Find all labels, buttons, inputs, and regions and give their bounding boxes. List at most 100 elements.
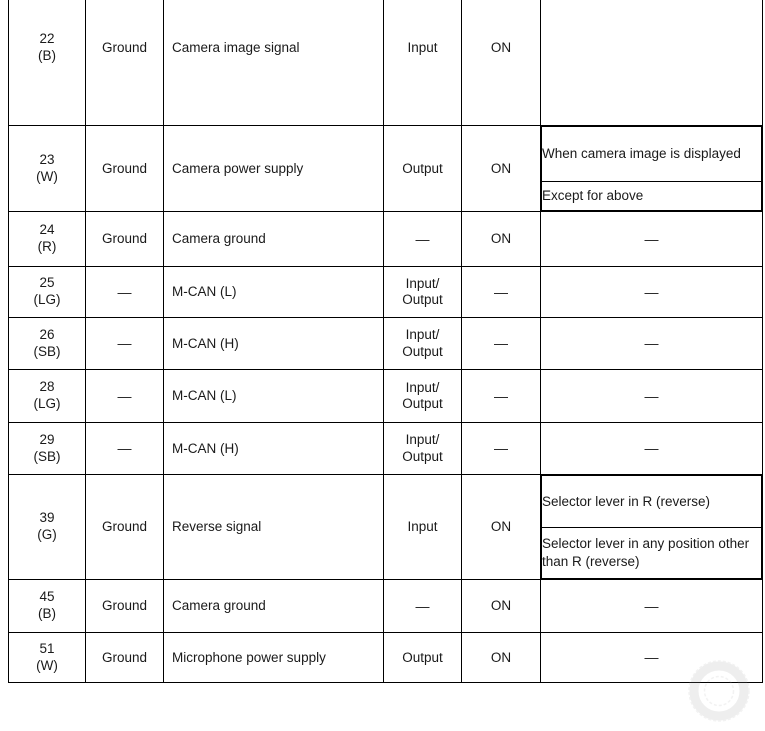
cell-terminal-number: 24 (R) [8,211,86,267]
wire-color: (W) [36,657,58,673]
signal-value: ON [490,40,512,56]
cell-io: Input/ Output [383,266,462,318]
io-value-line1: Input/ [405,432,440,448]
io-value-line2: Output [402,448,443,464]
cell-description: M-CAN (H) [163,317,384,370]
cell-signal: ON [461,579,541,633]
ground-value: Ground [101,649,148,665]
cell-io: Input [383,474,462,580]
cell-ground: — [85,317,164,370]
cell-condition: — [540,211,763,267]
cell-terminal-number: 29 (SB) [8,422,86,475]
cell-ground: Ground [85,125,164,212]
terminal-reference-table: 22 (B) Ground Camera image signal Input … [8,0,763,683]
cell-terminal-number: 51 (W) [8,632,86,683]
terminal-number: 28 [39,379,55,395]
cell-condition: — [540,266,763,318]
io-value: Output [402,160,443,176]
cell-signal: — [461,369,541,423]
wire-color: (B) [38,48,56,63]
signal-value: — [494,387,508,404]
cell-signal: ON [461,211,541,267]
ground-value: — [117,440,132,457]
signal-value: ON [490,160,512,176]
condition-value: — [644,597,659,614]
cell-description: M-CAN (H) [163,422,384,475]
table-row: 29 (SB) — M-CAN (H) Input/ Output — — [8,422,763,475]
table-row: 25 (LG) — M-CAN (L) Input/ Output — — [8,266,763,318]
terminal-number: 45 [39,589,55,605]
terminal-number: 25 [39,275,55,291]
signal-value: ON [490,519,512,535]
cell-condition: — [540,369,763,423]
table-row: 22 (B) Ground Camera image signal Input … [8,0,763,126]
cell-condition-split: Selector lever in R (reverse) Selector l… [540,474,763,580]
cell-ground: Ground [85,0,164,126]
cell-io: Output [383,632,462,683]
cell-ground: Ground [85,474,164,580]
table-row: 24 (R) Ground Camera ground — ON — [8,211,763,267]
io-value: — [415,230,430,247]
cell-description: Camera image signal [163,0,384,126]
terminal-number: 24 [39,222,55,238]
wire-color: (SB) [33,343,61,359]
terminal-number: 29 [39,431,55,447]
cell-signal: ON [461,474,541,580]
condition-value: Except for above [541,181,762,211]
table-row: 23 (W) Ground Camera power supply Output… [8,125,763,212]
io-value: Input [407,519,438,535]
cell-description: M-CAN (L) [163,266,384,318]
signal-value: — [494,335,508,352]
terminal-number: 26 [39,326,55,342]
io-value-line2: Output [402,343,443,359]
cell-condition: — [540,579,763,633]
cell-terminal-number: 39 (G) [8,474,86,580]
io-value: Input [407,40,438,56]
table-row: 51 (W) Ground Microphone power supply Ou… [8,632,763,683]
cell-io: — [383,211,462,267]
condition-subrow: Selector lever in any position other tha… [541,527,762,579]
cell-ground: — [85,266,164,318]
table-row: 39 (G) Ground Reverse signal Input ON Se… [8,474,763,580]
description-value: Reverse signal [172,519,262,535]
cell-description: Camera power supply [163,125,384,212]
cell-io: Input/ Output [383,422,462,475]
condition-subtable: Selector lever in R (reverse) Selector l… [541,475,762,579]
table-row: 45 (B) Ground Camera ground — ON — [8,579,763,633]
condition-value: — [644,283,659,300]
cell-terminal-number: 23 (W) [8,125,86,212]
io-value: Output [402,649,443,665]
cell-signal: ON [461,632,541,683]
condition-value: — [644,387,659,404]
cell-io: Output [383,125,462,212]
io-value-line1: Input/ [405,275,440,291]
description-value: Camera power supply [172,160,304,176]
condition-subrow: Selector lever in R (reverse) [541,475,762,528]
cell-terminal-number: 22 (B) [8,0,86,126]
terminal-number: 23 [39,151,55,167]
condition-subrow: When camera image is displayed [541,126,762,182]
cell-terminal-number: 26 (SB) [8,317,86,370]
cell-io: Input/ Output [383,369,462,423]
cell-ground: — [85,422,164,475]
wire-color: (SB) [33,448,61,464]
cell-description: Camera ground [163,579,384,633]
terminal-number: 39 [39,510,55,526]
cell-io: — [383,579,462,633]
terminal-number: 51 [39,640,55,656]
ground-value: — [117,283,132,300]
wire-color: (B) [38,606,56,621]
cell-signal: — [461,317,541,370]
cell-io: Input [383,0,462,126]
condition-subrow: Except for above [541,181,762,211]
signal-value: — [494,440,508,457]
wire-color: (LG) [33,292,61,307]
description-value: Microphone power supply [172,649,326,665]
cell-condition-split: When camera image is displayed Except fo… [540,125,763,212]
ground-value: Ground [101,40,148,56]
cell-condition: — [540,317,763,370]
cell-condition: When camera image is displayed [540,0,763,126]
condition-value: — [644,649,659,666]
wire-color: (R) [37,239,57,254]
cell-terminal-number: 28 (LG) [8,369,86,423]
